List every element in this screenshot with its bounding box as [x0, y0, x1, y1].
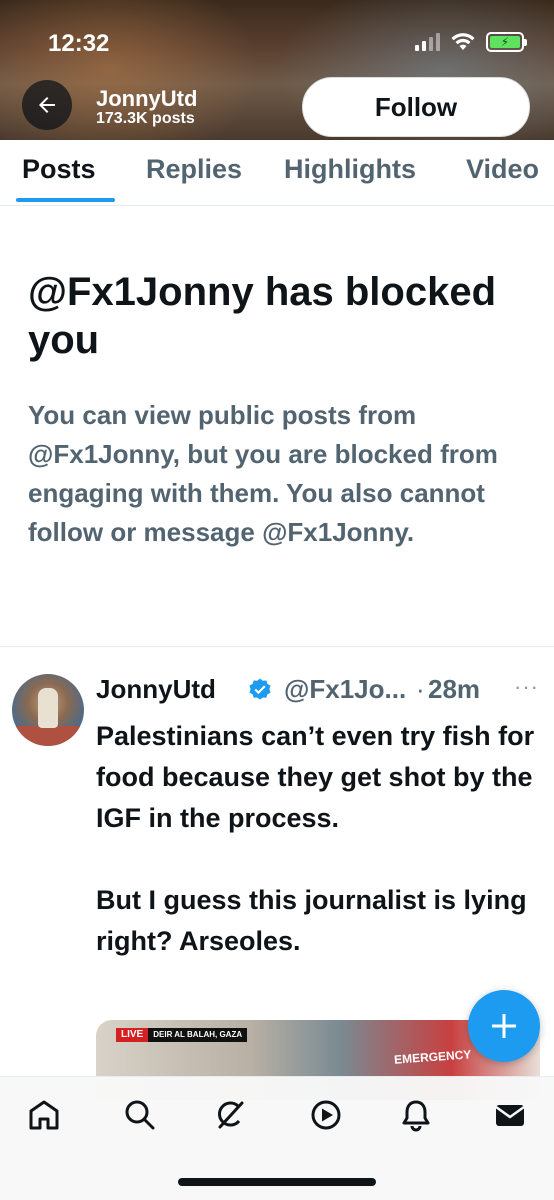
- back-button[interactable]: [22, 80, 72, 130]
- nav-video[interactable]: [308, 1097, 344, 1133]
- blocked-title: @Fx1Jonny has blocked you: [28, 270, 497, 362]
- nav-notifications[interactable]: [398, 1097, 434, 1133]
- nav-search[interactable]: [122, 1097, 158, 1133]
- nav-home[interactable]: [26, 1097, 62, 1133]
- status-icons: ⚡: [415, 32, 527, 52]
- grok-icon: [218, 1101, 244, 1129]
- nav-grok[interactable]: [212, 1097, 248, 1133]
- profile-tabs: Posts Replies Highlights Video: [0, 140, 554, 206]
- bell-icon: [402, 1100, 430, 1132]
- post-timestamp[interactable]: 28m: [428, 674, 480, 705]
- cellular-signal-icon: [415, 33, 440, 51]
- header-display-name: JonnyUtd: [96, 86, 198, 111]
- search-icon: [125, 1100, 155, 1130]
- more-options-icon[interactable]: ···: [514, 674, 539, 700]
- tab-highlights[interactable]: Highlights: [284, 154, 416, 185]
- home-indicator: [178, 1178, 376, 1186]
- post-text[interactable]: Palestinians can’t even try fish for foo…: [96, 716, 536, 962]
- video-play-icon: [311, 1100, 341, 1130]
- home-icon: [29, 1100, 59, 1130]
- live-banner: LIVE DEIR AL BALAH, GAZA: [116, 1028, 248, 1042]
- tab-replies[interactable]: Replies: [146, 154, 242, 185]
- mail-icon: [495, 1105, 525, 1126]
- plus-icon: [492, 1014, 516, 1038]
- active-tab-indicator: [16, 198, 115, 202]
- blocked-description: You can view public posts from @Fx1Jonny…: [28, 400, 498, 547]
- live-label: LIVE: [116, 1028, 149, 1042]
- header-posts-count: 173.3K posts: [96, 110, 195, 127]
- nav-messages[interactable]: [492, 1097, 528, 1133]
- tab-video[interactable]: Video: [466, 154, 539, 185]
- location-label: DEIR AL BALAH, GAZA: [148, 1028, 248, 1042]
- post-handle[interactable]: @Fx1Jo...: [284, 674, 406, 705]
- tab-posts[interactable]: Posts: [22, 154, 96, 185]
- status-time: 12:32: [48, 30, 110, 57]
- post-separator: ·: [416, 674, 425, 704]
- compose-post-button[interactable]: [468, 990, 540, 1062]
- follow-button[interactable]: Follow: [302, 77, 530, 137]
- battery-icon: ⚡: [486, 32, 527, 52]
- emergency-sign: EMERGENCY: [393, 1047, 472, 1067]
- post-author-name[interactable]: JonnyUtd: [96, 674, 216, 705]
- avatar[interactable]: [12, 674, 84, 746]
- arrow-left-icon: [39, 97, 55, 113]
- wifi-icon: [451, 33, 475, 50]
- divider: [0, 646, 554, 647]
- verified-badge-icon: [249, 678, 271, 700]
